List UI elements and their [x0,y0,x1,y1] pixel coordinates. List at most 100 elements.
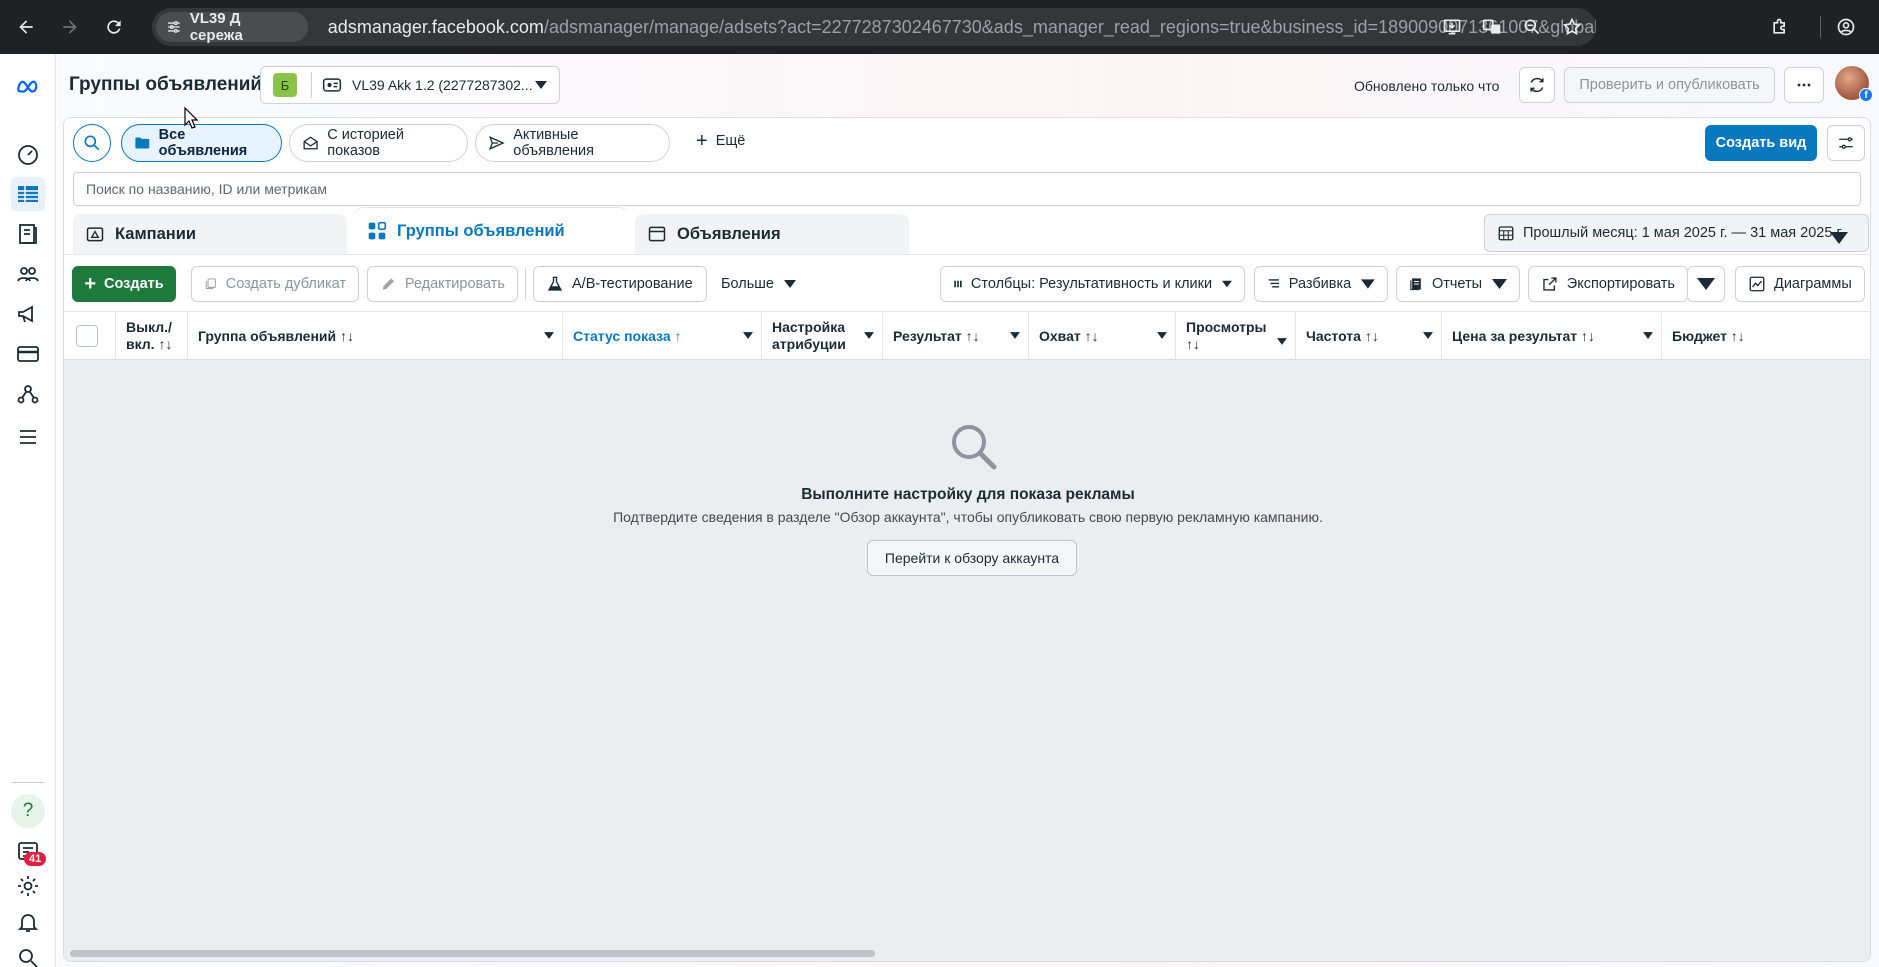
column-header-cost-per-result[interactable]: Цена за результат ↑↓ [1442,312,1662,360]
dashboard-gauge-icon[interactable] [11,137,45,171]
ads-manager-table-icon[interactable] [11,177,45,211]
filter-active-ads[interactable]: Активные объявления [475,124,670,162]
tab-campaigns[interactable]: Кампании [73,214,347,254]
column-header-impressions[interactable]: Просмотры ↑↓ [1176,312,1296,360]
reload-button[interactable] [96,9,132,45]
account-name: VL39 Akk 1.2 (2277287302... [352,77,533,93]
export-label: Экспортировать [1566,276,1675,292]
translate-icon[interactable] [1472,17,1512,37]
url-text: adsmanager.facebook.com/adsmanager/manag… [328,17,1596,38]
more-filters-button[interactable]: + Ещё [696,131,745,151]
horizontal-scrollbar[interactable] [70,950,875,957]
chevron-down-icon[interactable] [1643,332,1653,339]
envelope-icon [303,136,318,150]
send-icon [489,136,505,150]
account-avatar-badge: Б [273,73,297,97]
install-app-icon[interactable] [1432,17,1472,37]
settings-gear-icon[interactable] [11,869,45,903]
megaphone-icon[interactable] [11,297,45,331]
divider [311,72,312,98]
duplicate-button[interactable]: Создать дубликат [191,266,359,302]
profile-chip[interactable]: VL39 Д сережа [156,10,308,44]
export-button[interactable]: Экспортировать [1528,266,1688,302]
toolbar-divider [525,268,526,300]
chevron-down-icon[interactable] [864,332,874,339]
charts-button[interactable]: Диаграммы [1735,266,1865,302]
pages-book-icon[interactable] [11,217,45,251]
create-view-button[interactable]: Создать вид [1705,125,1817,161]
refresh-button[interactable] [1519,67,1555,103]
search-input[interactable] [73,172,1861,206]
ads-table-card: Все объявления С историей показов Активн… [63,117,1871,962]
chevron-down-icon [783,280,796,288]
chevron-down-icon[interactable] [544,332,554,339]
chevron-down-icon[interactable] [1277,338,1287,345]
column-header-delivery-status[interactable]: Статус показа ↑ [563,312,762,360]
help-question-icon[interactable]: ? [11,794,45,828]
billing-card-icon[interactable] [11,337,45,371]
facebook-icon: f [1859,88,1873,102]
export-dropdown-toggle[interactable] [1687,266,1725,302]
date-range-picker[interactable]: Прошлый месяц: 1 мая 2025 г. — 31 мая 20… [1484,214,1869,252]
tab-ads[interactable]: Объявления [635,214,909,254]
chevron-down-icon[interactable] [1157,332,1167,339]
user-avatar[interactable]: f [1835,66,1873,102]
search-icon [84,135,100,151]
chevron-down-icon[interactable] [1423,332,1433,339]
columns-dropdown[interactable]: Столбцы: Результативность и клики [940,266,1245,302]
reports-label: Отчеты [1431,276,1483,292]
select-all-checkbox[interactable] [76,325,98,347]
search-icon[interactable] [11,941,45,967]
review-and-publish-button[interactable]: Проверить и опубликовать [1564,67,1775,103]
column-header-budget[interactable]: Бюджет ↑↓ [1662,312,1870,360]
ab-test-button[interactable]: A/B-тестирование [533,266,707,302]
go-to-account-overview-button[interactable]: Перейти к обзору аккаунта [867,540,1077,576]
back-button[interactable] [8,9,44,45]
address-bar[interactable]: VL39 Д сережа adsmanager.facebook.com/ad… [152,8,1596,46]
view-settings-button[interactable] [1827,125,1865,161]
profile-chip-label: VL39 Д сережа [189,10,243,44]
filter-with-history[interactable]: С историей показов [289,124,468,162]
puzzle-icon [1773,18,1785,34]
bookmark-star-icon[interactable] [1552,17,1592,37]
zoom-icon[interactable] [1512,17,1552,37]
column-header-attribution[interactable]: Настройка атрибуции [762,312,883,360]
filter-all-ads[interactable]: Все объявления [121,124,282,162]
breakdown-dropdown[interactable]: Разбивка [1254,266,1388,302]
duplicate-label: Создать дубликат [225,276,346,292]
tab-adsets[interactable]: Группы объявлений [355,208,627,254]
more-options-button[interactable] [1784,67,1824,103]
column-label: Выкл./ вкл. ↑↓ [126,319,173,352]
more-actions-dropdown[interactable]: Больше [721,276,796,292]
chevron-down-icon[interactable] [743,332,753,339]
column-header-frequency[interactable]: Частота ↑↓ [1296,312,1442,360]
audiences-people-icon[interactable] [11,257,45,291]
business-network-icon[interactable] [11,377,45,411]
edit-button[interactable]: Редактировать [367,266,518,302]
ellipsis-icon [1797,83,1811,87]
chevron-down-icon [1830,232,1848,244]
all-tools-menu-icon[interactable] [11,420,45,454]
page-title: Группы объявлений [69,74,263,95]
chevron-down-icon[interactable] [1010,332,1020,339]
column-header-adset-name[interactable]: Группа объявлений ↑↓ [188,312,563,360]
meta-logo-icon[interactable] [11,70,45,104]
ad-window-icon [648,226,666,242]
column-header-reach[interactable]: Охват ↑↓ [1029,312,1176,360]
line-chart-icon [1749,276,1765,292]
ad-account-selector[interactable]: Б VL39 Akk 1.2 (2277287302... [260,66,560,104]
create-button[interactable]: + Создать [72,266,176,302]
url-host: adsmanager.facebook.com [327,16,544,37]
profile-button[interactable] [1828,9,1864,45]
pencil-icon [382,278,395,290]
sliders-icon [1839,137,1853,149]
notifications-bell-icon[interactable] [11,905,45,939]
column-header-toggle[interactable]: Выкл./ вкл. ↑↓ [116,312,188,360]
reports-dropdown[interactable]: Отчеты [1396,266,1520,302]
extensions-button[interactable] [1762,9,1798,45]
back-arrow-icon [19,20,33,34]
forward-button[interactable] [52,9,88,45]
chevron-down-icon [1222,280,1232,288]
search-toggle-button[interactable] [73,124,111,162]
column-header-result[interactable]: Результат ↑↓ [883,312,1029,360]
